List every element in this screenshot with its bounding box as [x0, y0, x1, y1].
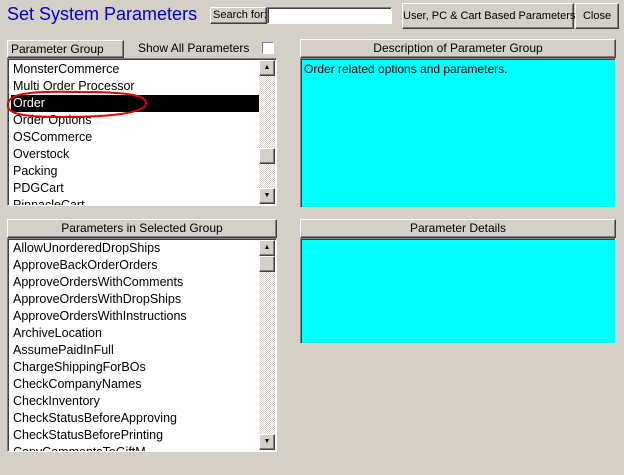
search-label: Search for: — [210, 7, 267, 24]
list-item[interactable]: Overstock — [11, 146, 259, 163]
parameter-group-header: Parameter Group — [7, 40, 124, 58]
scroll-down-arrow-icon[interactable]: ▼ — [259, 188, 275, 204]
list-item[interactable]: AllowUnorderedDropShips — [11, 240, 259, 257]
parameter-details-box[interactable] — [300, 238, 616, 344]
parameter-details-header: Parameter Details — [300, 219, 616, 238]
list-item[interactable]: ChargeShippingForBOs — [11, 359, 259, 376]
user-pc-cart-params-button[interactable]: User, PC & Cart Based Parameters — [402, 3, 575, 29]
search-input[interactable] — [267, 7, 392, 24]
parameters-in-group-header: Parameters in Selected Group — [7, 219, 277, 238]
list-item[interactable]: Multi Order Processor — [11, 78, 259, 95]
list-item[interactable]: CheckStatusBeforeApproving — [11, 410, 259, 427]
parameters-list-scrollbar[interactable]: ▲ ▼ — [259, 240, 275, 450]
list-item[interactable]: ApproveBackOrderOrders — [11, 257, 259, 274]
scrollbar-thumb[interactable] — [259, 256, 275, 272]
show-all-parameters-label: Show All Parameters — [138, 41, 250, 55]
list-item[interactable]: ApproveOrdersWithComments — [11, 274, 259, 291]
list-item[interactable]: CheckInventory — [11, 393, 259, 410]
list-item[interactable]: ArchiveLocation — [11, 325, 259, 342]
scroll-down-arrow-icon[interactable]: ▼ — [259, 434, 275, 450]
parameters-list[interactable]: AllowUnorderedDropShips ApproveBackOrder… — [7, 238, 277, 452]
list-item[interactable]: PinnacleCart — [11, 197, 259, 205]
window-title: Set System Parameters — [7, 4, 198, 24]
list-item[interactable]: MonsterCommerce — [11, 61, 259, 78]
list-item[interactable]: CheckStatusBeforePrinting — [11, 427, 259, 444]
scroll-up-arrow-icon[interactable]: ▲ — [259, 240, 275, 256]
list-item[interactable]: CopyCommentsToGiftM — [11, 444, 259, 451]
list-item[interactable]: AssumePaidInFull — [11, 342, 259, 359]
description-text: Order related options and parameters. — [300, 58, 616, 208]
group-list-scrollbar[interactable]: ▲ ▼ — [259, 60, 275, 204]
description-header: Description of Parameter Group — [300, 39, 616, 58]
list-item[interactable]: PDGCart — [11, 180, 259, 197]
list-item[interactable]: Order Options — [11, 112, 259, 129]
list-item[interactable]: ApproveOrdersWithDropShips — [11, 291, 259, 308]
scroll-up-arrow-icon[interactable]: ▲ — [259, 60, 275, 76]
show-all-parameters-checkbox[interactable] — [262, 42, 274, 54]
close-button[interactable]: Close — [575, 3, 619, 29]
list-item-selected[interactable]: Order — [11, 95, 259, 112]
scrollbar-thumb[interactable] — [259, 148, 275, 164]
list-item[interactable]: CheckCompanyNames — [11, 376, 259, 393]
parameter-group-list[interactable]: MonsterCommerce Multi Order Processor Or… — [7, 58, 277, 206]
list-item[interactable]: ApproveOrdersWithInstructions — [11, 308, 259, 325]
list-item[interactable]: Packing — [11, 163, 259, 180]
list-item[interactable]: OSCommerce — [11, 129, 259, 146]
